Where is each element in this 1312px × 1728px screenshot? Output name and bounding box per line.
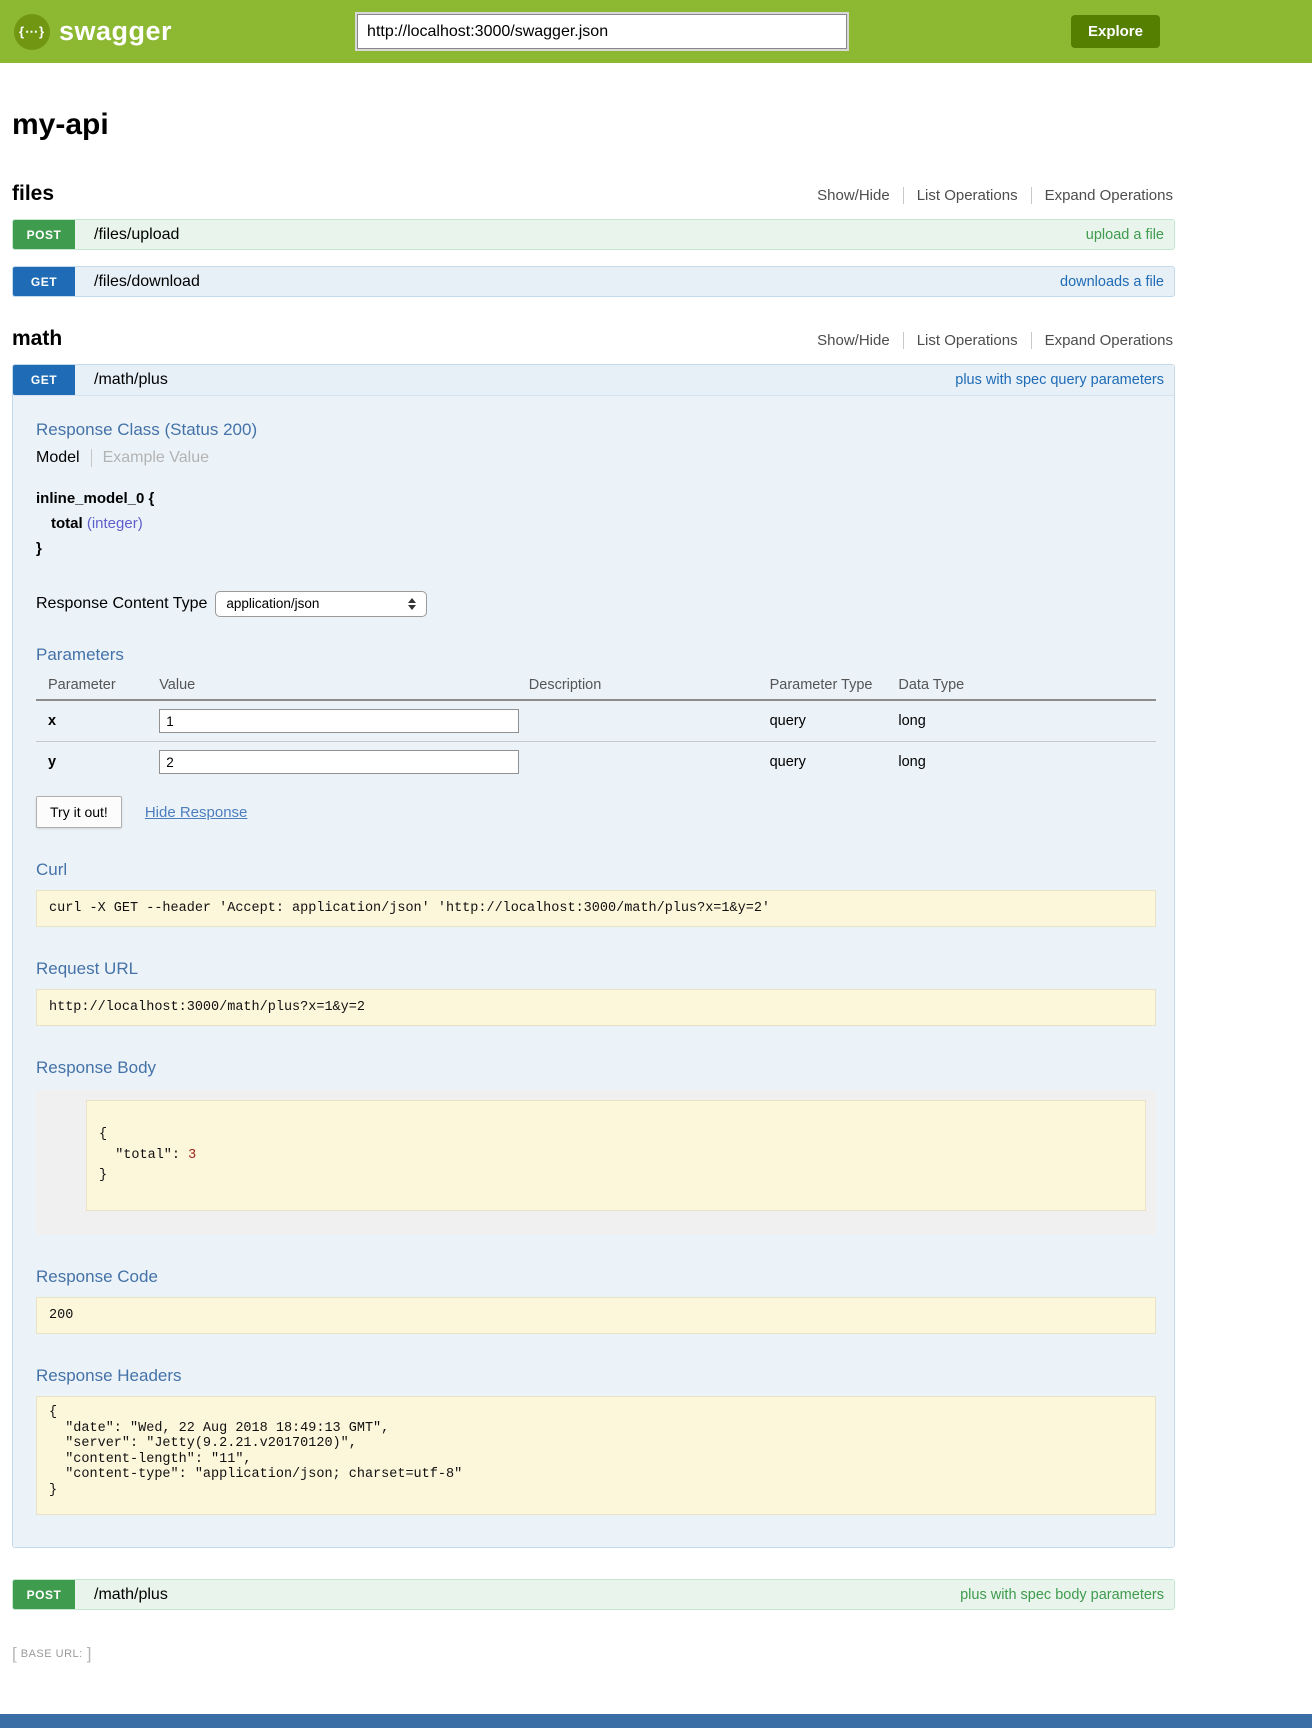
param-description [529,700,770,742]
param-data-type: long [898,700,1156,742]
base-url-label: BASE URL: [21,1648,83,1660]
curl-command: curl -X GET --header 'Accept: applicatio… [36,890,1156,927]
math-section-title: math [12,327,62,351]
response-content-type-select[interactable]: application/json [215,591,427,617]
response-class-heading: Response Class (Status 200) [36,420,1156,440]
op-summary-link[interactable]: plus with spec query parameters [955,372,1164,388]
param-type: query [770,742,899,783]
json-text: { "total": [99,1127,188,1162]
col-data-type: Data Type [898,673,1156,700]
model-signature: inline_model_0 { total (integer) } [36,487,1156,561]
col-parameter-type: Parameter Type [770,673,899,700]
param-y-value-input[interactable] [159,750,519,774]
files-section-controls: Show/Hide List Operations Expand Operati… [804,187,1175,204]
selected-content-type: application/json [226,596,319,611]
json-number-value: 3 [188,1148,196,1163]
parameters-heading: Parameters [36,645,1156,665]
model-property-line: total (integer) [36,512,1156,537]
parameters-table: Parameter Value Description Parameter Ty… [36,673,1156,782]
response-body-heading: Response Body [36,1058,1156,1078]
param-row-x: x query long [36,700,1156,742]
request-url-value: http://localhost:3000/math/plus?x=1&y=2 [36,989,1156,1026]
col-parameter: Parameter [36,673,159,700]
chevron-updown-icon [408,598,416,610]
op-math-plus-get-expanded: GET /math/plus plus with spec query para… [12,364,1175,1548]
files-section-title: files [12,182,54,206]
response-content-type-row: Response Content Type application/json [36,591,1156,617]
get-method-badge[interactable]: GET [13,365,75,395]
expand-operations-link[interactable]: Expand Operations [1031,332,1175,349]
swagger-logo-icon: {⋯} [14,14,50,50]
param-type: query [770,700,899,742]
op-path-link[interactable]: /math/plus [94,371,168,389]
json-text: } [99,1168,107,1183]
list-operations-link[interactable]: List Operations [903,332,1031,349]
request-url-heading: Request URL [36,959,1156,979]
param-x-value-input[interactable] [159,709,519,733]
model-open-line: inline_model_0 { [36,487,1156,512]
page-spacer [0,1678,1312,1692]
model-close-line: } [36,537,1156,562]
model-tabs: Model Example Value [36,449,1156,467]
tab-model[interactable]: Model [36,449,92,467]
try-row: Try it out! Hide Response [36,796,1156,828]
response-headers-heading: Response Headers [36,1366,1156,1386]
op-math-plus-get-row[interactable]: GET /math/plus plus with spec query para… [13,365,1174,396]
op-summary-link[interactable]: upload a file [1086,227,1164,243]
hide-response-link[interactable]: Hide Response [145,804,248,821]
try-it-out-button[interactable]: Try it out! [36,796,122,828]
response-headers-json: { "date": "Wed, 22 Aug 2018 18:49:13 GMT… [36,1396,1156,1515]
math-section-controls: Show/Hide List Operations Expand Operati… [804,332,1175,349]
param-description [529,742,770,783]
api-title: my-api [12,108,1175,142]
post-method-badge[interactable]: POST [13,1580,75,1609]
col-description: Description [529,673,770,700]
param-name: y [36,742,159,783]
top-bar: {⋯} swagger Explore [0,0,1312,63]
math-section-header: math Show/Hide List Operations Expand Op… [12,327,1175,351]
property-type: (integer) [83,515,143,532]
response-content-type-label: Response Content Type [36,595,207,613]
param-row-y: y query long [36,742,1156,783]
expand-operations-link[interactable]: Expand Operations [1031,187,1175,204]
param-data-type: long [898,742,1156,783]
param-name: x [36,700,159,742]
property-name: total [51,515,83,532]
files-section-header: files Show/Hide List Operations Expand O… [12,182,1175,206]
response-body-json: { "total": 3 } [86,1100,1146,1211]
bracket-open: [ [12,1644,17,1664]
op-summary-link[interactable]: plus with spec body parameters [960,1587,1164,1603]
op-path-link[interactable]: /files/upload [94,226,179,244]
curl-heading: Curl [36,860,1156,880]
get-method-badge[interactable]: GET [13,267,75,296]
bracket-close: ] [87,1644,92,1664]
bottom-bar [0,1714,1312,1728]
show-hide-link[interactable]: Show/Hide [804,332,903,349]
op-path-link[interactable]: /files/download [94,273,200,291]
show-hide-link[interactable]: Show/Hide [804,187,903,204]
list-operations-link[interactable]: List Operations [903,187,1031,204]
col-value: Value [159,673,529,700]
swagger-brand[interactable]: {⋯} swagger [14,14,172,50]
response-code-value: 200 [36,1297,1156,1334]
response-code-heading: Response Code [36,1267,1156,1287]
op-summary-link[interactable]: downloads a file [1060,274,1164,290]
op-math-plus-post[interactable]: POST /math/plus plus with spec body para… [12,1579,1175,1610]
tab-example-value[interactable]: Example Value [92,449,209,467]
op-expanded-content: Response Class (Status 200) Model Exampl… [13,396,1174,1547]
op-files-download[interactable]: GET /files/download downloads a file [12,266,1175,297]
explore-button[interactable]: Explore [1071,15,1160,48]
brand-name: swagger [59,16,172,47]
main-content: my-api files Show/Hide List Operations E… [12,63,1175,1678]
base-url-footer: [ BASE URL: ] [12,1644,1175,1664]
op-files-upload[interactable]: POST /files/upload upload a file [12,219,1175,250]
post-method-badge[interactable]: POST [13,220,75,249]
response-body-container: { "total": 3 } [36,1090,1156,1235]
op-path-link[interactable]: /math/plus [94,1586,168,1604]
spec-url-input[interactable] [357,14,847,49]
